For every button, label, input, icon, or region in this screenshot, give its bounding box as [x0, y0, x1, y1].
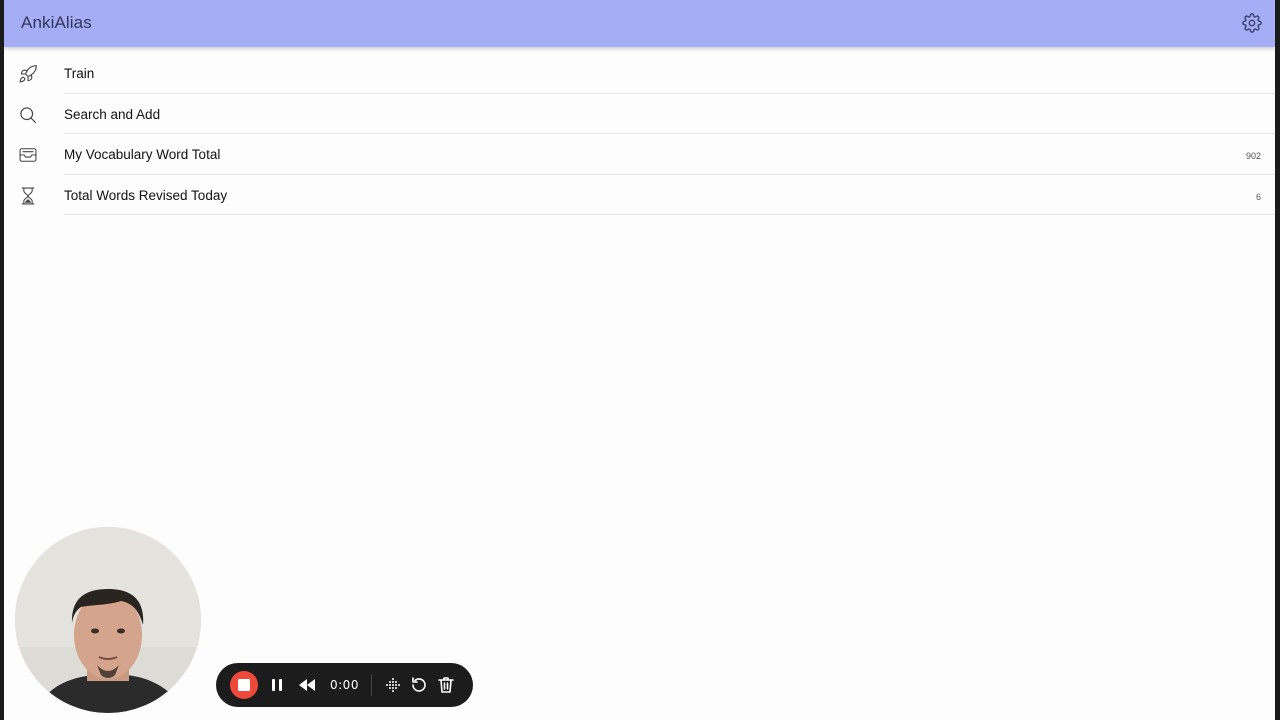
- hourglass-icon: [21, 187, 35, 204]
- divider: [371, 674, 372, 696]
- webcam-person-image: [15, 527, 201, 713]
- menu-item-label: My Vocabulary Word Total: [64, 147, 221, 162]
- pause-button[interactable]: [267, 675, 287, 695]
- menu-item-train[interactable]: Train: [4, 53, 1275, 94]
- gear-icon: [1242, 13, 1262, 33]
- trash-icon: [438, 677, 454, 693]
- stop-recording-button[interactable]: [230, 671, 258, 699]
- search-icon: [20, 106, 37, 123]
- pause-icon: [272, 679, 282, 691]
- recording-toolbar: 0:00: [216, 663, 473, 707]
- menu-item-label: Train: [64, 66, 95, 81]
- divider: [64, 214, 1275, 215]
- restart-button[interactable]: [409, 675, 429, 695]
- main-menu: Train Search and Add My Vocabulary Word …: [4, 53, 1275, 215]
- webcam-bubble[interactable]: [15, 527, 201, 713]
- rewind-button[interactable]: [297, 675, 317, 695]
- delete-button[interactable]: [436, 675, 456, 695]
- rocket-icon: [19, 65, 37, 83]
- menu-item-search-and-add[interactable]: Search and Add: [4, 94, 1275, 134]
- vocabulary-count: 902: [1245, 151, 1261, 161]
- inbox-icon: [19, 148, 37, 162]
- recording-timer: 0:00: [330, 678, 359, 692]
- menu-item-label: Search and Add: [64, 106, 161, 122]
- restart-icon: [412, 677, 426, 692]
- grid-button[interactable]: [383, 675, 403, 695]
- menu-item-vocabulary-total[interactable]: My Vocabulary Word Total 902: [4, 134, 1275, 175]
- menu-item-label: Total Words Revised Today: [64, 187, 228, 203]
- grid-icon: [386, 678, 400, 692]
- rewind-icon: [299, 679, 315, 691]
- app-window: AnkiAlias Train Search and Add My Vocabu…: [4, 0, 1275, 720]
- app-title: AnkiAlias: [21, 13, 92, 32]
- settings-button[interactable]: [1242, 13, 1262, 33]
- menu-item-revised-today[interactable]: Total Words Revised Today 6: [4, 175, 1275, 215]
- top-app-bar: AnkiAlias: [4, 0, 1275, 47]
- revised-count: 6: [1255, 191, 1261, 202]
